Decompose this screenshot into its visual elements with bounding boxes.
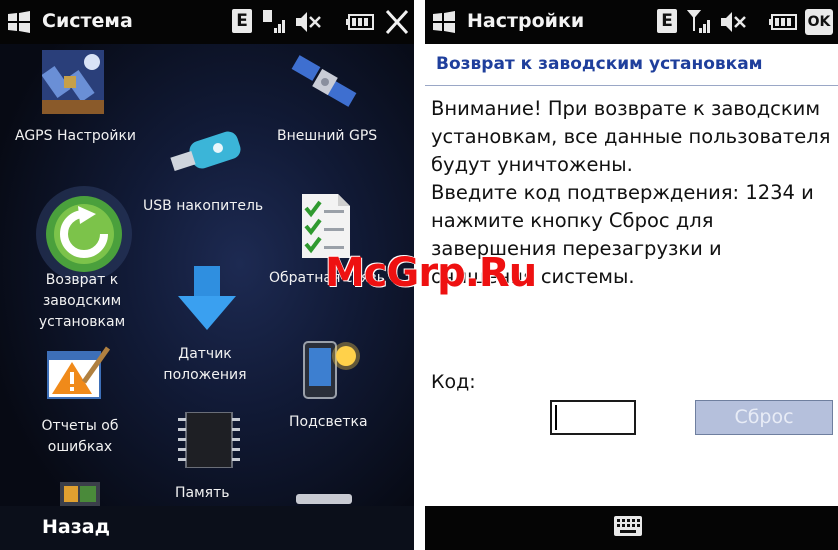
- code-label: Код:: [431, 371, 476, 393]
- partial-app-icon[interactable]: [296, 492, 352, 506]
- title-bar: Настройки E OK: [425, 0, 838, 44]
- backlight-phone-icon: [303, 341, 360, 399]
- item-agps-settings[interactable]: AGPS Настройки: [0, 44, 160, 154]
- keyboard-icon[interactable]: [614, 516, 642, 536]
- signal-strength-icon[interactable]: [262, 9, 288, 35]
- code-input[interactable]: [550, 400, 636, 435]
- title-bar: Система E: [0, 0, 414, 44]
- message-line: установкам, все данные пользователя: [431, 125, 831, 148]
- edge-network-icon[interactable]: E: [232, 9, 252, 33]
- section-heading: Возврат к заводским установкам: [436, 54, 763, 74]
- page-title: Система: [42, 10, 133, 32]
- item-label: Внешний GPS: [277, 128, 378, 144]
- watermark: McGrp.Ru: [325, 250, 537, 296]
- item-external-gps[interactable]: Внешний GPS: [260, 44, 414, 154]
- item-backlight[interactable]: Подсветка: [270, 336, 410, 446]
- battery-icon[interactable]: [346, 9, 376, 35]
- message-line: Внимание! При возврате к заводским: [431, 97, 821, 120]
- item-position-sensor[interactable]: Датчик положения: [150, 266, 270, 386]
- memory-chip-icon: [178, 412, 240, 468]
- soft-key-bar: [425, 506, 838, 550]
- message-line: нажмите кнопку Сброс для: [431, 209, 714, 232]
- down-arrow-icon: [178, 266, 236, 330]
- item-label: USB накопитель: [143, 198, 264, 214]
- speaker-muted-icon[interactable]: [719, 9, 747, 35]
- agps-satellite-icon: [42, 50, 104, 114]
- satellite-icon: [291, 55, 357, 107]
- signal-strength-icon[interactable]: [687, 9, 713, 35]
- item-label: Подсветка: [289, 414, 368, 430]
- item-error-reports[interactable]: Отчеты об ошибках: [20, 340, 150, 460]
- divider: [425, 85, 838, 86]
- page-title: Настройки: [467, 10, 585, 32]
- close-icon[interactable]: [384, 9, 410, 35]
- battery-icon[interactable]: [769, 9, 799, 35]
- reset-button[interactable]: Сброс: [695, 400, 833, 435]
- back-button[interactable]: Назад: [42, 516, 110, 538]
- windows-start-icon[interactable]: [6, 10, 32, 34]
- error-report-icon: [47, 346, 111, 399]
- item-memory[interactable]: Память: [150, 408, 270, 506]
- item-label: Память: [175, 485, 230, 501]
- item-label: AGPS Настройки: [15, 128, 137, 144]
- text-cursor: [555, 405, 557, 430]
- section-header: Возврат к заводским установкам: [425, 44, 838, 88]
- item-label: Отчеты об ошибках: [41, 418, 119, 455]
- speaker-muted-icon[interactable]: [294, 9, 322, 35]
- item-factory-reset[interactable]: Возврат к заводским установкам: [20, 184, 160, 334]
- ok-button[interactable]: OK: [805, 9, 833, 35]
- edge-network-icon[interactable]: E: [657, 9, 677, 33]
- item-usb-storage[interactable]: USB накопитель: [140, 124, 280, 224]
- partial-app-icon[interactable]: [60, 482, 100, 506]
- item-label: Датчик положения: [163, 346, 247, 383]
- reset-arrow-icon: [36, 186, 132, 282]
- message-line: будут уничтожены.: [431, 153, 633, 176]
- usb-drive-icon: [170, 131, 241, 172]
- soft-key-bar: Назад: [0, 506, 414, 550]
- windows-start-icon[interactable]: [431, 10, 457, 34]
- item-label: Возврат к заводским установкам: [38, 272, 126, 330]
- message-line: Введите код подтверждения: 1234 и: [431, 181, 814, 204]
